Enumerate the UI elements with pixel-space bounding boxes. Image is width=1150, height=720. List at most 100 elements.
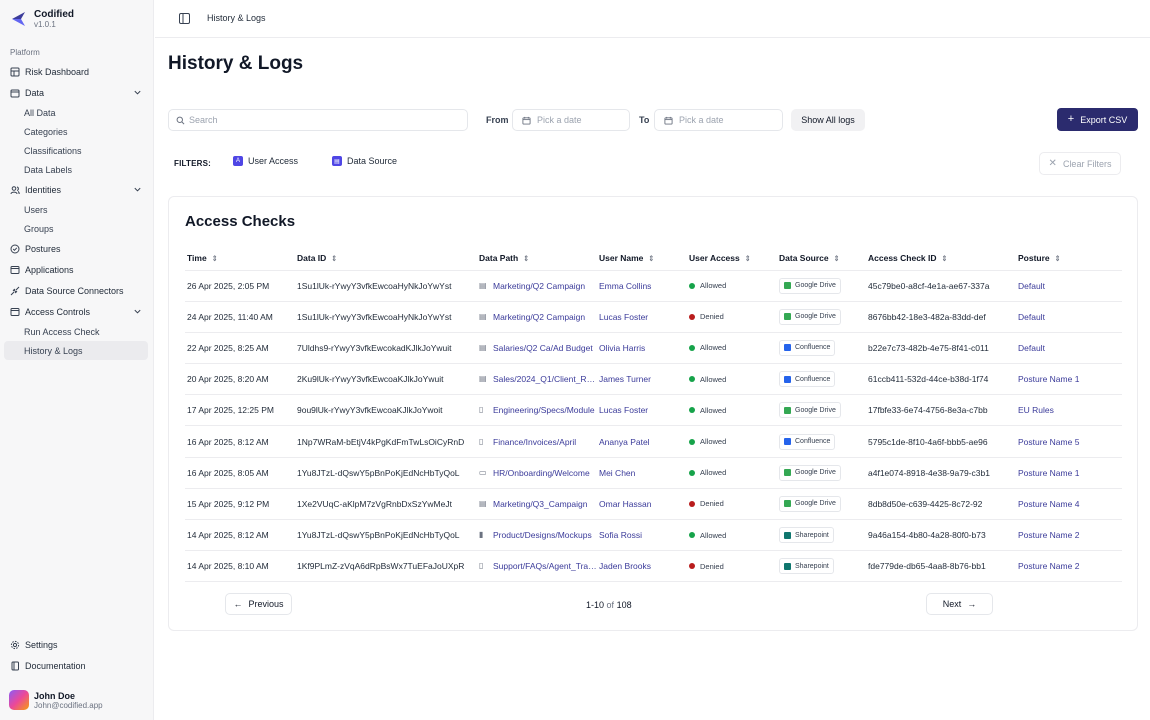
data-path-link[interactable]: Marketing/Q2 Campaign	[493, 312, 585, 322]
sidebar-item-identities[interactable]: Identities	[4, 179, 148, 200]
column-header[interactable]: Time ⇕	[185, 247, 295, 271]
cell-posture[interactable]: Posture Name 1	[1016, 363, 1122, 396]
sidebar-item-history-logs[interactable]: History & Logs	[4, 341, 148, 360]
sidebar-item-users[interactable]: Users	[4, 200, 148, 219]
user-profile[interactable]: John Doe John@codified.app	[9, 690, 103, 710]
top-bar: History & Logs	[155, 0, 1150, 38]
table-row[interactable]: 24 Apr 2025, 11:40 AM 1Su1lUk-rYwyY3vfkEw…	[185, 301, 1122, 333]
sort-icon[interactable]: ⇕	[942, 255, 948, 264]
filter-chip-data-source[interactable]: ▤ Data Source	[332, 156, 397, 166]
sidebar-item-data-source-connectors[interactable]: Data Source Connectors	[4, 280, 148, 301]
sort-icon[interactable]: ⇕	[523, 255, 529, 264]
data-path-link[interactable]: Engineering/Specs/Module	[493, 405, 595, 415]
data-path-link[interactable]: Sales/2024_Q1/Client_Report	[493, 374, 597, 384]
column-header[interactable]: User Name ⇕	[597, 247, 687, 271]
cell-posture[interactable]: Posture Name 4	[1016, 488, 1122, 521]
cell-posture[interactable]: Posture Name 2	[1016, 550, 1122, 583]
cell-data-path[interactable]: ▤ Marketing/Q2 Campaign	[477, 270, 597, 302]
cell-user-name[interactable]: Lucas Foster	[597, 394, 687, 427]
column-header[interactable]: Data Source ⇕	[777, 247, 866, 271]
sort-icon[interactable]: ⇕	[212, 255, 218, 264]
cell-posture[interactable]: Posture Name 5	[1016, 425, 1122, 458]
sidebar-item-all-data[interactable]: All Data	[4, 103, 148, 122]
column-header[interactable]: Posture ⇕	[1016, 247, 1122, 271]
filter-chip-user-access[interactable]: A User Access	[233, 156, 298, 166]
sidebar-item-documentation[interactable]: Documentation	[4, 655, 148, 676]
cell-posture[interactable]: Default	[1016, 270, 1122, 302]
cell-data-path[interactable]: ▭ HR/Onboarding/Welcome	[477, 457, 597, 489]
cell-time: 26 Apr 2025, 2:05 PM	[185, 270, 295, 302]
cell-user-name[interactable]: James Turner	[597, 363, 687, 396]
table-row[interactable]: 16 Apr 2025, 8:05 AM 1Yu8JTzL-dQswY5pBnPo…	[185, 457, 1122, 489]
data-path-link[interactable]: Marketing/Q3_Campaign	[493, 499, 588, 509]
cell-data-path[interactable]: ▤ Marketing/Q3_Campaign	[477, 488, 597, 521]
cell-user-name[interactable]: Emma Collins	[597, 270, 687, 302]
table-row[interactable]: 14 Apr 2025, 8:12 AM 1Yu8JTzL-dQswY5pBnPo…	[185, 519, 1122, 552]
table-row[interactable]: 26 Apr 2025, 2:05 PM 1Su1lUk-rYwyY3vfkEwc…	[185, 270, 1122, 302]
brand[interactable]: Codified v1.0.1	[10, 9, 74, 29]
cell-posture[interactable]: Default	[1016, 332, 1122, 365]
status-dot	[689, 282, 695, 289]
table-row[interactable]: 14 Apr 2025, 8:10 AM 1Kf9PLmZ-zVqA6dRpBsW…	[185, 550, 1122, 583]
export-csv-button[interactable]: + Export CSV	[1057, 108, 1138, 131]
search-input[interactable]: Search	[168, 109, 468, 131]
table-row[interactable]: 17 Apr 2025, 12:25 PM 9ou9lUk-rYwyY3vfkEw…	[185, 394, 1122, 427]
sidebar-item-settings[interactable]: Settings	[4, 634, 148, 655]
data-path-link[interactable]: Product/Designs/Mockups	[493, 530, 592, 540]
sidebar-item-data[interactable]: Data	[4, 82, 148, 103]
sidebar-item-access-controls[interactable]: Access Controls	[4, 301, 148, 322]
sidebar-toggle-icon[interactable]	[179, 13, 190, 24]
column-header[interactable]: Data Path ⇕	[477, 247, 597, 271]
cell-data-path[interactable]: ▮ Product/Designs/Mockups	[477, 519, 597, 552]
sidebar-item-data-labels[interactable]: Data Labels	[4, 160, 148, 179]
column-header[interactable]: User Access ⇕	[687, 247, 777, 271]
cell-posture[interactable]: EU Rules	[1016, 394, 1122, 427]
sidebar-item-applications[interactable]: Applications	[4, 259, 148, 280]
sidebar-item-run-access-check[interactable]: Run Access Check	[4, 322, 148, 341]
table-row[interactable]: 20 Apr 2025, 8:20 AM 2Ku9lUk-rYwyY3vfkEwc…	[185, 363, 1122, 396]
cell-posture[interactable]: Posture Name 1	[1016, 457, 1122, 489]
sort-icon[interactable]: ⇕	[331, 255, 337, 264]
data-path-link[interactable]: Finance/Invoices/April	[493, 437, 576, 447]
sidebar-item-groups[interactable]: Groups	[4, 219, 148, 238]
sort-icon[interactable]: ⇕	[648, 255, 654, 264]
from-date-picker[interactable]: Pick a date	[512, 109, 630, 131]
cell-user-name[interactable]: Olivia Harris	[597, 332, 687, 365]
data-path-link[interactable]: Salaries/Q2 Ca/Ad Budget	[493, 343, 593, 353]
cell-posture[interactable]: Posture Name 2	[1016, 519, 1122, 552]
table-row[interactable]: 15 Apr 2025, 9:12 PM 1Xe2VUqC-aKlpM7zVgRn…	[185, 488, 1122, 521]
cell-data-path[interactable]: ▤ Marketing/Q2 Campaign	[477, 301, 597, 333]
cell-user-name[interactable]: Ananya Patel	[597, 425, 687, 458]
cell-data-path[interactable]: ▤ Sales/2024_Q1/Client_Report	[477, 363, 597, 396]
cell-data-path[interactable]: ▯ Engineering/Specs/Module	[477, 394, 597, 427]
column-header[interactable]: Data ID ⇕	[295, 247, 477, 271]
sidebar-item-categories[interactable]: Categories	[4, 122, 148, 141]
cell-data-path[interactable]: ▤ Salaries/Q2 Ca/Ad Budget	[477, 332, 597, 365]
sort-icon[interactable]: ⇕	[1055, 255, 1061, 264]
clear-filters-button[interactable]: ✕ Clear Filters	[1039, 152, 1121, 175]
data-path-link[interactable]: HR/Onboarding/Welcome	[493, 468, 590, 478]
cell-user-name[interactable]: Mei Chen	[597, 457, 687, 489]
show-all-logs-button[interactable]: Show All logs	[791, 109, 865, 131]
table-row[interactable]: 22 Apr 2025, 8:25 AM 7Uldhs9-rYwyY3vfkEwc…	[185, 332, 1122, 365]
sort-icon[interactable]: ⇕	[834, 255, 840, 264]
cell-user-name[interactable]: Sofia Rossi	[597, 519, 687, 552]
cell-data-path[interactable]: ▯ Support/FAQs/Agent_Training	[477, 550, 597, 583]
sidebar-item-postures[interactable]: Postures	[4, 238, 148, 259]
data-path-link[interactable]: Support/FAQs/Agent_Training	[493, 561, 597, 571]
previous-button[interactable]: ← Previous	[225, 593, 292, 615]
cell-data-path[interactable]: ▯ Finance/Invoices/April	[477, 425, 597, 458]
sidebar-item-risk-dashboard[interactable]: Risk Dashboard	[4, 61, 148, 82]
cell-user-name[interactable]: Omar Hassan	[597, 488, 687, 521]
table-row[interactable]: 16 Apr 2025, 8:12 AM 1Np7WRaM-bEtjV4kPgKd…	[185, 425, 1122, 458]
sort-icon[interactable]: ⇕	[745, 255, 751, 264]
cell-posture[interactable]: Default	[1016, 301, 1122, 333]
sidebar-item-classifications[interactable]: Classifications	[4, 141, 148, 160]
cell-user-name[interactable]: Lucas Foster	[597, 301, 687, 333]
data-path-link[interactable]: Marketing/Q2 Campaign	[493, 281, 585, 291]
next-button[interactable]: Next →	[926, 593, 993, 615]
to-date-picker[interactable]: Pick a date	[654, 109, 783, 131]
cell-user-name[interactable]: Jaden Brooks	[597, 550, 687, 583]
column-header[interactable]: Access Check ID ⇕	[866, 247, 1016, 271]
sidebar-item-label: Access Controls	[25, 306, 91, 317]
